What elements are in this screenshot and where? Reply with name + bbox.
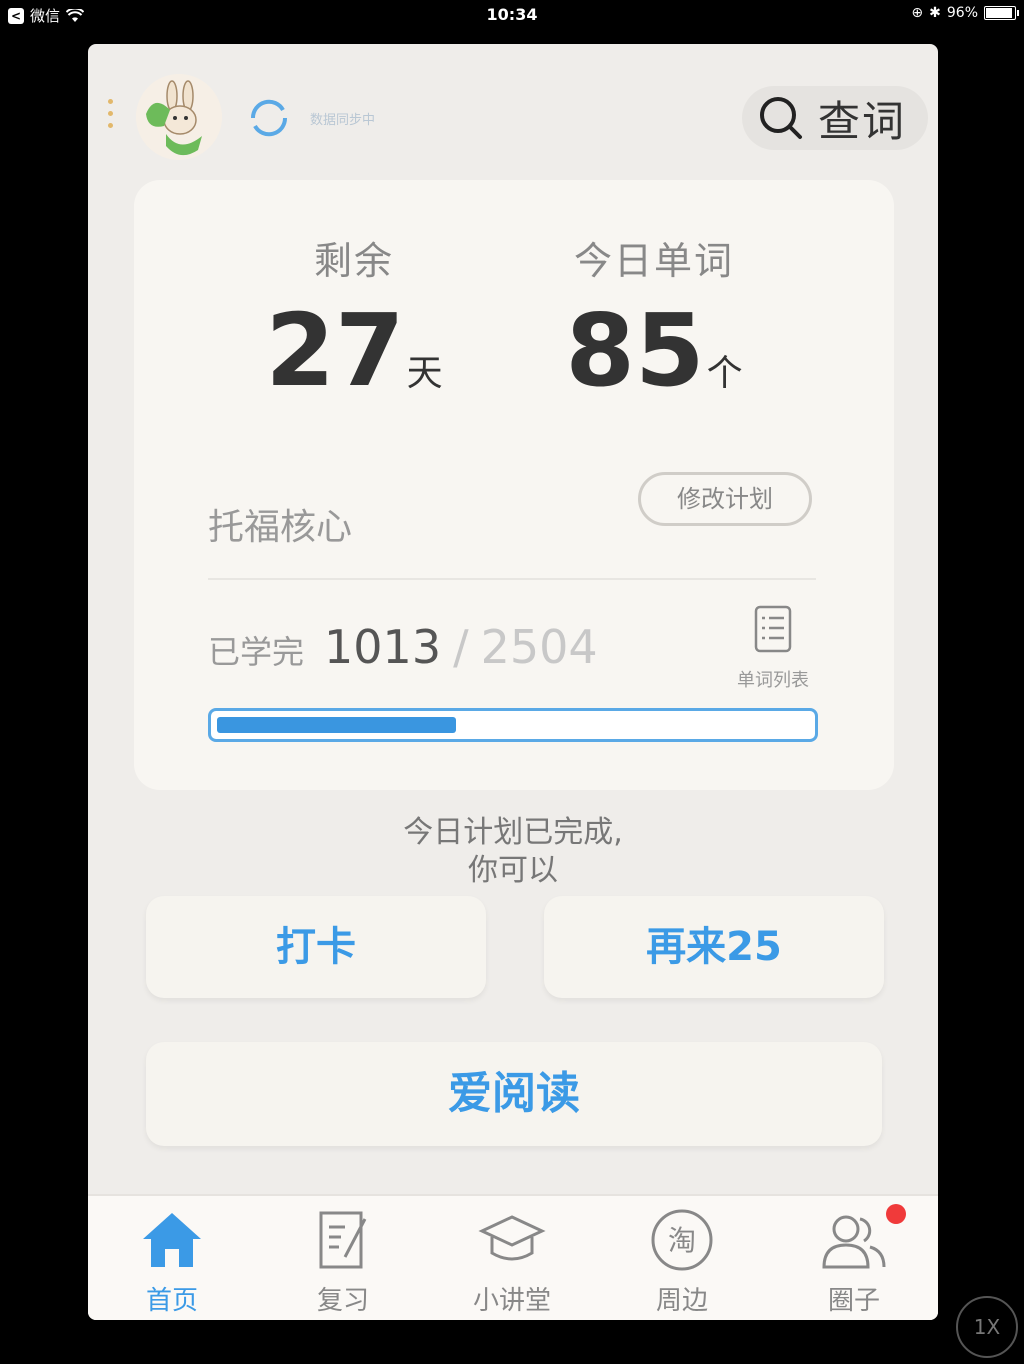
graduation-cap-icon [478, 1215, 546, 1261]
plan-name: 托福核心 [208, 507, 353, 548]
notification-badge [886, 1204, 906, 1224]
tab-bar: 首页 复习 小讲堂 淘 周边 圈子 [88, 1194, 938, 1320]
avatar[interactable] [136, 74, 222, 160]
people-icon [822, 1215, 886, 1269]
today-words-stat: 今日单词 85个 [524, 230, 784, 401]
tab-circle[interactable]: 圈子 [794, 1204, 914, 1317]
plan-card: 剩余 27天 今日单词 85个 托福核心 修改计划 已学完 1013 / 250… [134, 180, 894, 790]
bunny-avatar-icon [136, 74, 222, 160]
taobao-icon-glyph: 淘 [668, 1224, 696, 1257]
home-icon [143, 1213, 201, 1267]
tab-nearby[interactable]: 淘 周边 [622, 1208, 742, 1317]
menu-dots-icon[interactable] [108, 99, 114, 128]
word-list-label: 单词列表 [737, 670, 809, 691]
search-icon [760, 97, 802, 139]
completion-line-2: 你可以 [468, 853, 558, 888]
learning-progress-bar [208, 708, 818, 742]
learned-label: 已学完 [208, 633, 305, 671]
orientation-lock-icon: ⊕ [911, 5, 924, 21]
app-window: 数据同步中 查词 剩余 27天 今日单词 85个 托福核心 修改计划 已学完 1… [88, 44, 938, 1320]
review-icon [319, 1211, 367, 1269]
taobao-icon: 淘 [651, 1209, 713, 1271]
today-words-label: 今日单词 [573, 239, 734, 283]
zoom-button[interactable]: 1X [956, 1296, 1018, 1358]
bluetooth-icon: ✱ [929, 5, 941, 21]
remaining-label: 剩余 [313, 239, 394, 283]
learn-more-button[interactable]: 再来25 [544, 896, 884, 998]
progress-fill [217, 717, 456, 733]
divider [208, 578, 816, 580]
tab-nearby-label: 周边 [655, 1286, 708, 1316]
reading-button[interactable]: 爱阅读 [146, 1042, 882, 1146]
sync-icon [250, 99, 288, 137]
battery-percent: 96% [946, 5, 978, 21]
remaining-days-stat: 剩余 27天 [224, 230, 484, 401]
completion-line-1: 今日计划已完成, [403, 815, 623, 850]
learned-total-count: 2504 [480, 620, 598, 674]
search-label: 查词 [818, 96, 907, 146]
search-button[interactable]: 查词 [742, 86, 928, 150]
battery-icon [984, 6, 1019, 20]
today-words-unit: 个 [706, 353, 743, 394]
learned-progress-text: 已学完 1013 / 2504 [208, 620, 598, 674]
punch-in-button[interactable]: 打卡 [146, 896, 486, 998]
today-words-value: 85个 [565, 292, 743, 409]
learned-slash: / [453, 620, 469, 674]
tab-review[interactable]: 复习 [283, 1208, 403, 1317]
tab-lecture[interactable]: 小讲堂 [452, 1208, 572, 1317]
completion-message: 今日计划已完成, 你可以 [88, 814, 938, 890]
modify-plan-button[interactable]: 修改计划 [638, 472, 812, 526]
tab-home-label: 首页 [145, 1286, 198, 1316]
word-list-button[interactable]: 单词列表 [728, 604, 818, 692]
tab-lecture-label: 小讲堂 [472, 1286, 551, 1316]
status-bar: < 微信 10:34 ⊕ ✱ 96% [0, 0, 1024, 30]
word-list-icon [754, 605, 792, 653]
remaining-value: 27天 [265, 292, 443, 409]
tab-circle-label: 圈子 [827, 1286, 880, 1316]
learned-done-count: 1013 [324, 620, 442, 674]
status-time: 10:34 [486, 5, 538, 24]
tab-home[interactable]: 首页 [112, 1208, 232, 1317]
remaining-unit: 天 [406, 353, 443, 394]
tab-review-label: 复习 [316, 1286, 369, 1316]
sync-status-text: 数据同步中 [310, 113, 376, 128]
status-bar-right: ⊕ ✱ 96% [911, 5, 1019, 21]
top-bar: 数据同步中 查词 [88, 44, 938, 184]
